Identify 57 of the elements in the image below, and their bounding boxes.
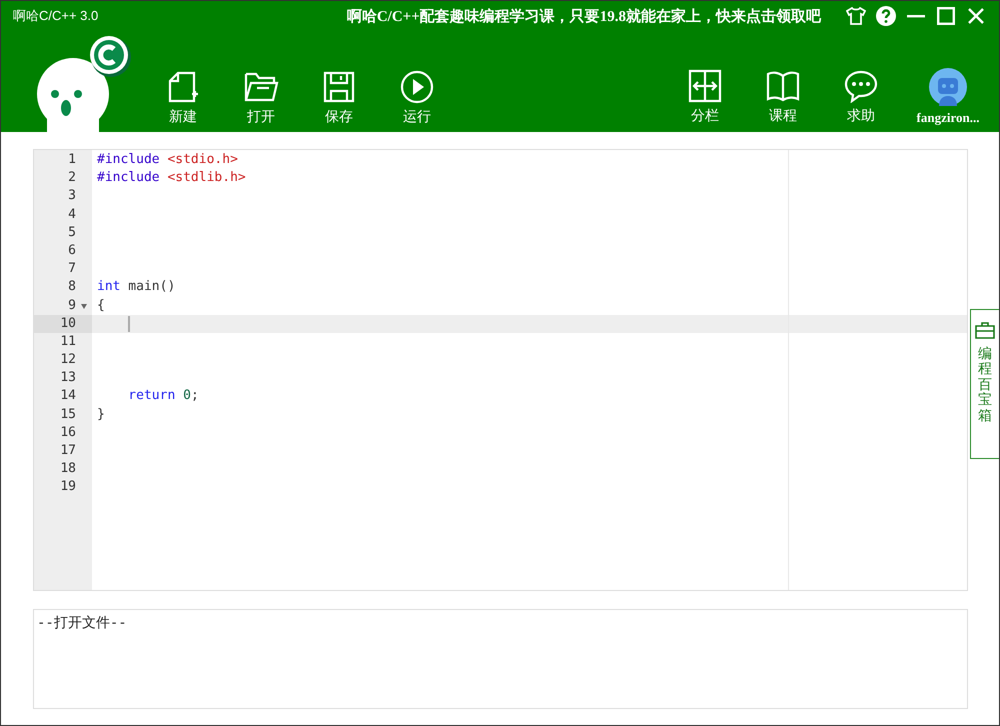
promo-banner-link[interactable]: 啊哈C/C++配套趣味编程学习课，只要19.8就能在家上，快来点击领取吧: [346, 6, 821, 26]
toolbox-side-tab[interactable]: 编程百宝箱: [970, 309, 999, 459]
line-number: 3: [67, 187, 77, 206]
code-line: #include <stdlib.h>: [97, 169, 246, 188]
toolbar-button[interactable]: 新建: [155, 70, 211, 126]
toolbar-button[interactable]: 运行: [389, 70, 445, 126]
code-editor[interactable]: 1 2 3 4 5 6 7 8 9 10 11 12 13 14 15 16 17 18 19 #include <stdio.h> #include <stdlib.h> int main() { return 0; }: [33, 149, 968, 591]
toolbar-button[interactable]: 求助: [833, 69, 889, 125]
line-number: 18: [59, 460, 77, 478]
line-number: 4: [67, 206, 77, 224]
line-number: 9: [34, 296, 92, 315]
play-icon: [400, 70, 434, 104]
line-number: 6: [67, 242, 77, 260]
maximize-button[interactable]: [935, 5, 957, 27]
code-line: }: [97, 406, 105, 424]
code-line: #include <stdio.h>: [97, 151, 238, 169]
close-icon: [968, 8, 984, 24]
line-number: 15: [59, 406, 77, 424]
skin-button[interactable]: [845, 5, 867, 27]
line-number: 16: [59, 424, 77, 442]
line-number: 19: [59, 478, 77, 496]
line-number: 17: [59, 442, 77, 460]
t-shirt-icon: [846, 7, 866, 25]
code-line: int main(): [97, 278, 176, 296]
line-number: 10: [34, 314, 92, 333]
question-mark-icon: [876, 6, 896, 26]
new-file-icon: [166, 70, 200, 104]
toolbar-button[interactable]: 打开: [233, 70, 289, 126]
toolbar-button[interactable]: 保存: [311, 70, 367, 126]
line-number: 11: [59, 332, 77, 351]
toolbox-icon: [975, 322, 995, 339]
help-button[interactable]: [875, 5, 897, 27]
line-number: 7: [67, 260, 77, 278]
text-cursor: [128, 316, 130, 332]
code-line: {: [97, 296, 105, 314]
line-number: 2: [67, 169, 77, 188]
fold-arrow-icon[interactable]: [81, 304, 87, 308]
output-text: --打开文件--: [37, 615, 127, 631]
chat-bubble-icon: [843, 69, 879, 103]
code-line: return 0;: [127, 387, 199, 406]
line-number: 8: [67, 278, 77, 296]
folder-icon: [243, 70, 279, 104]
toolbar-button[interactable]: 分栏: [677, 69, 733, 125]
avatar-icon: [929, 68, 967, 106]
minimize-icon: [907, 14, 925, 18]
save-icon: [322, 70, 356, 104]
user-account-button[interactable]: fangziron...: [911, 68, 985, 126]
line-number: 13: [59, 369, 77, 388]
line-number: 1: [67, 151, 77, 169]
toolbar-button[interactable]: 课程: [755, 69, 811, 125]
line-number: 14: [59, 387, 77, 406]
book-icon: [765, 69, 801, 103]
line-number: 5: [67, 224, 77, 242]
line-number: 12: [59, 351, 77, 370]
split-columns-icon: [688, 69, 722, 103]
maximize-icon: [937, 7, 955, 25]
app-title: 啊哈C/C++ 3.0: [13, 7, 98, 25]
